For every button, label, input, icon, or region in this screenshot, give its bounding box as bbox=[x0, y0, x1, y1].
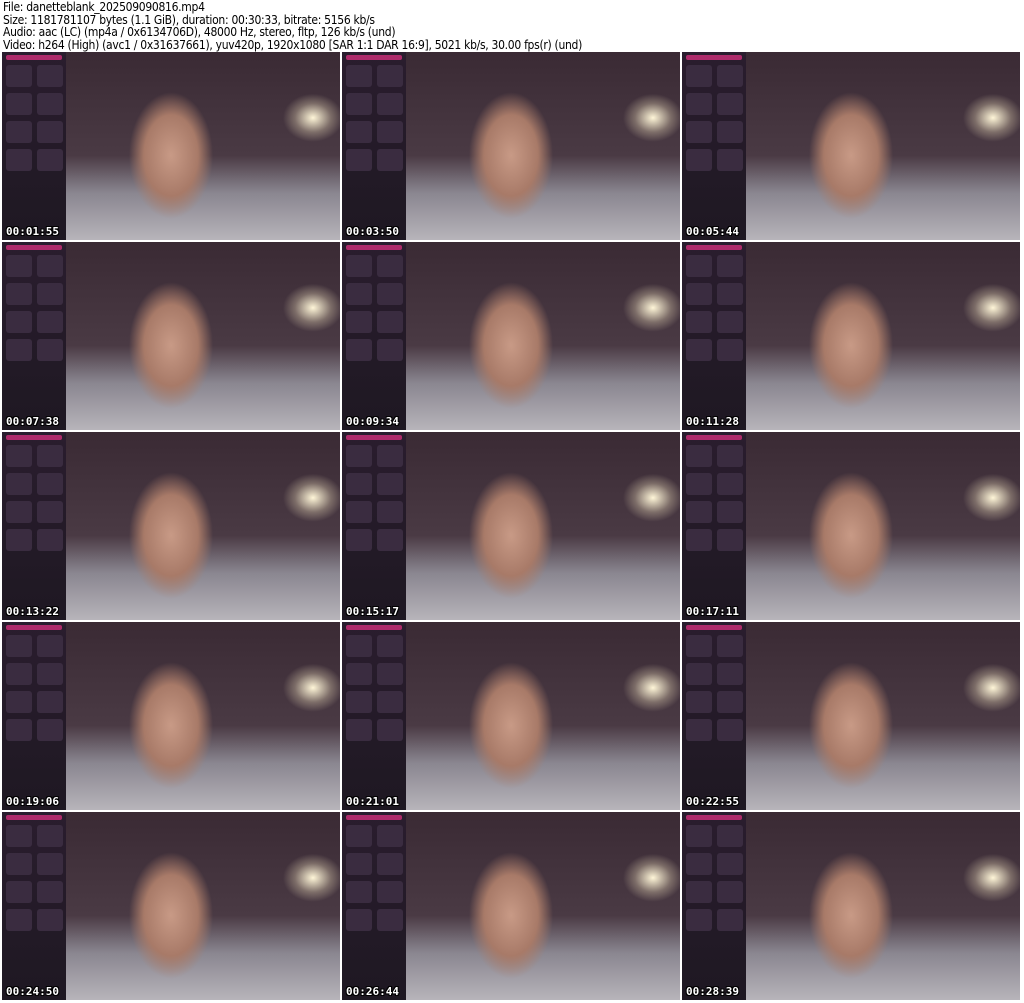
overlay-panel bbox=[682, 52, 746, 240]
timestamp: 00:05:44 bbox=[686, 225, 739, 238]
timestamp: 00:26:44 bbox=[346, 985, 399, 998]
file-name: File: danetteblank_202509090816.mp4 bbox=[3, 0, 205, 14]
video-thumbnail: 00:28:39 bbox=[682, 812, 1020, 1000]
video-thumbnail: 00:05:44 bbox=[682, 52, 1020, 240]
overlay-panel bbox=[342, 812, 406, 1000]
overlay-panel bbox=[342, 242, 406, 430]
video-thumbnail: 00:24:50 bbox=[2, 812, 340, 1000]
timestamp: 00:24:50 bbox=[6, 985, 59, 998]
video-thumbnail: 00:13:22 bbox=[2, 432, 340, 620]
overlay-panel bbox=[2, 812, 66, 1000]
timestamp: 00:21:01 bbox=[346, 795, 399, 808]
overlay-panel bbox=[342, 432, 406, 620]
overlay-panel bbox=[342, 52, 406, 240]
file-info-header: File: danetteblank_202509090816.mp4 Size… bbox=[3, 1, 582, 51]
overlay-panel bbox=[2, 52, 66, 240]
thumbnail-grid: 00:01:55 00:03:50 00:05:44 00:07:38 00:09:34… bbox=[2, 52, 1020, 1000]
overlay-panel bbox=[342, 622, 406, 810]
video-info: Video: h264 (High) (avc1 / 0x31637661), … bbox=[3, 37, 582, 52]
overlay-panel bbox=[2, 432, 66, 620]
audio-info: Audio: aac (LC) (mp4a / 0x6134706D), 480… bbox=[3, 25, 396, 39]
timestamp: 00:28:39 bbox=[686, 985, 739, 998]
timestamp: 00:19:06 bbox=[6, 795, 59, 808]
video-thumbnail: 00:15:17 bbox=[342, 432, 680, 620]
overlay-panel bbox=[682, 812, 746, 1000]
video-thumbnail: 00:26:44 bbox=[342, 812, 680, 1000]
timestamp: 00:03:50 bbox=[346, 225, 399, 238]
timestamp: 00:11:28 bbox=[686, 415, 739, 428]
overlay-panel bbox=[2, 622, 66, 810]
timestamp: 00:22:55 bbox=[686, 795, 739, 808]
video-thumbnail: 00:01:55 bbox=[2, 52, 340, 240]
video-thumbnail: 00:21:01 bbox=[342, 622, 680, 810]
timestamp: 00:01:55 bbox=[6, 225, 59, 238]
timestamp: 00:17:11 bbox=[686, 605, 739, 618]
overlay-panel bbox=[2, 242, 66, 430]
timestamp: 00:15:17 bbox=[346, 605, 399, 618]
video-thumbnail: 00:11:28 bbox=[682, 242, 1020, 430]
video-thumbnail: 00:22:55 bbox=[682, 622, 1020, 810]
video-thumbnail: 00:17:11 bbox=[682, 432, 1020, 620]
timestamp: 00:13:22 bbox=[6, 605, 59, 618]
overlay-panel bbox=[682, 432, 746, 620]
video-thumbnail: 00:07:38 bbox=[2, 242, 340, 430]
overlay-panel bbox=[682, 242, 746, 430]
overlay-panel bbox=[682, 622, 746, 810]
timestamp: 00:07:38 bbox=[6, 415, 59, 428]
video-thumbnail: 00:09:34 bbox=[342, 242, 680, 430]
timestamp: 00:09:34 bbox=[346, 415, 399, 428]
video-thumbnail: 00:03:50 bbox=[342, 52, 680, 240]
video-thumbnail: 00:19:06 bbox=[2, 622, 340, 810]
